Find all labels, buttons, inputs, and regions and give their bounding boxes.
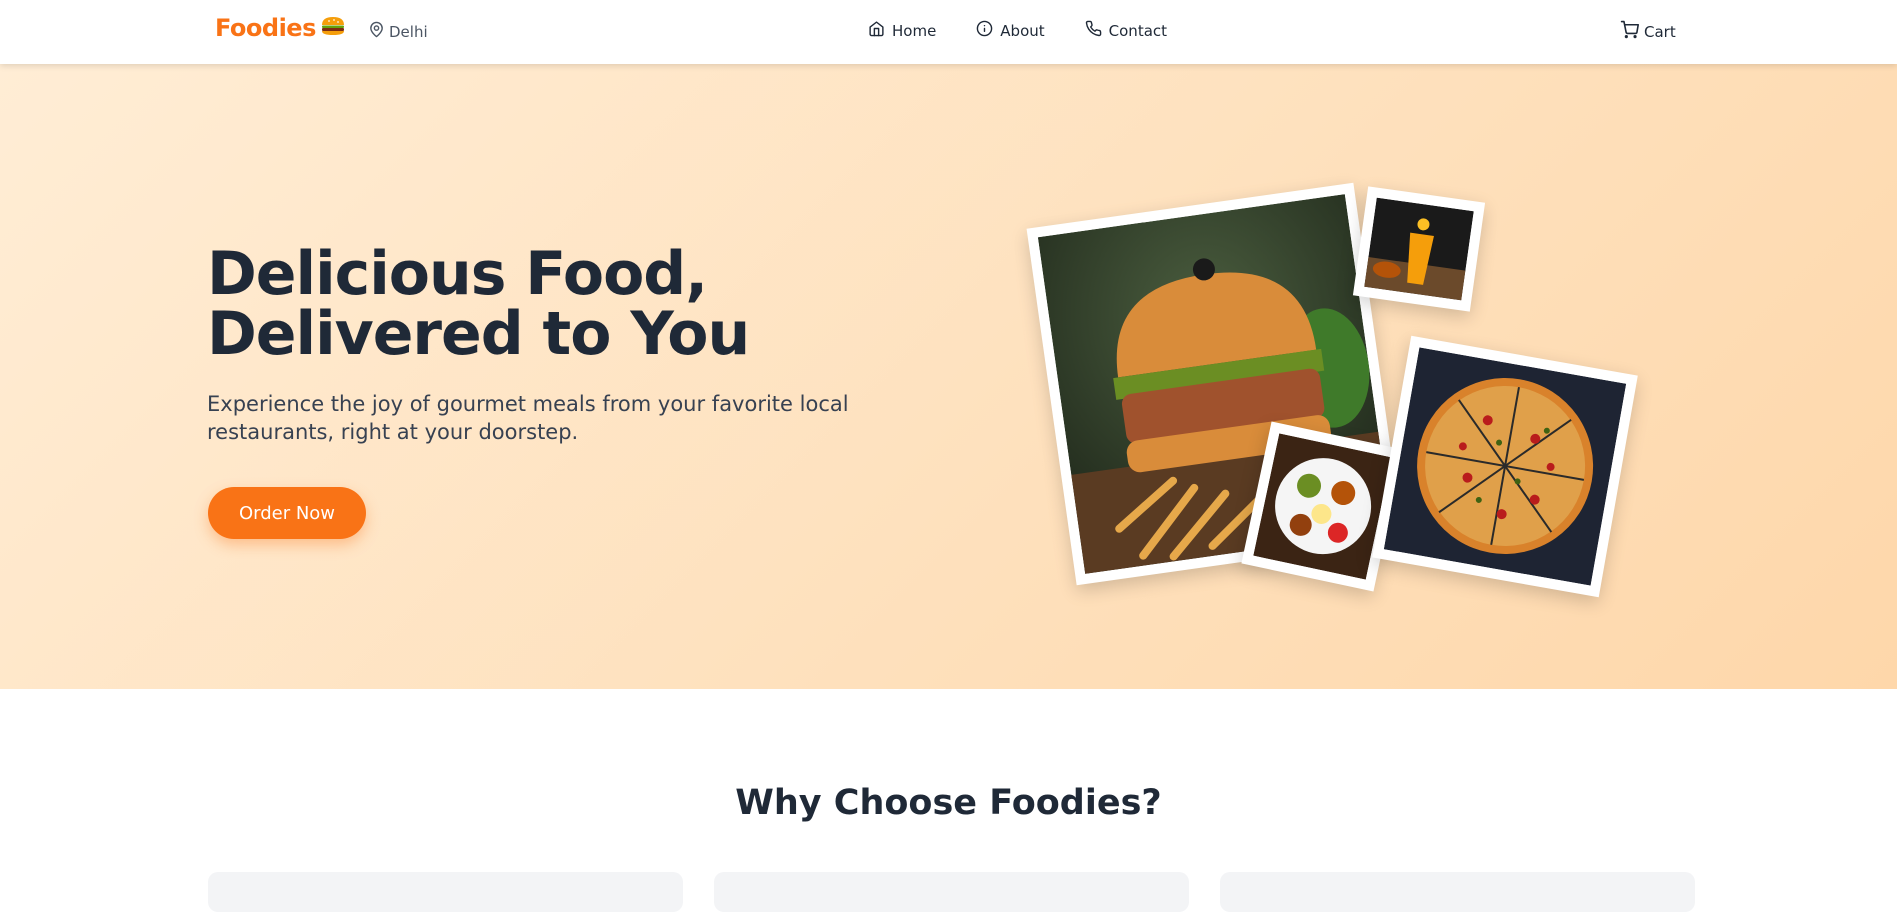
cart-icon	[1620, 20, 1639, 43]
brand-name[interactable]: Foodies	[215, 14, 316, 42]
hero-subtitle: Experience the joy of gourmet meals from…	[207, 392, 849, 444]
home-icon	[868, 20, 885, 41]
hero-title-line1: Delicious Food,	[207, 239, 708, 309]
nav-links: Home About Contact	[868, 20, 1167, 41]
brand-logo[interactable]: Foodies	[215, 14, 346, 42]
hero-section: Delicious Food, Delivered to You Experie…	[0, 64, 1897, 689]
nav-home-link[interactable]: Home	[868, 20, 936, 41]
nav-about-label: About	[1000, 21, 1045, 40]
drink-photo	[1352, 186, 1486, 312]
hero-title: Delicious Food, Delivered to You	[207, 244, 847, 364]
cart-label: Cart	[1644, 22, 1676, 41]
phone-icon	[1085, 20, 1102, 41]
nav-contact-label: Contact	[1108, 21, 1168, 40]
nav-about-link[interactable]: About	[976, 20, 1045, 41]
nav-home-label: Home	[892, 21, 937, 40]
map-pin-icon	[368, 21, 385, 42]
location-label: Delhi	[389, 22, 428, 41]
navbar: Foodies Delhi Home About Contact Cart	[0, 0, 1897, 64]
order-now-button[interactable]: Order Now	[208, 487, 366, 539]
thali-photo	[1241, 421, 1404, 592]
info-icon	[976, 20, 993, 41]
feature-card	[714, 872, 1189, 912]
cart-button[interactable]: Cart	[1620, 20, 1676, 43]
nav-contact-link[interactable]: Contact	[1085, 20, 1167, 41]
burger-icon	[320, 15, 346, 41]
feature-card	[208, 872, 683, 912]
feature-card	[1220, 872, 1695, 912]
hero-title-line2: Delivered to You	[207, 299, 750, 369]
why-choose-title: Why Choose Foodies?	[735, 783, 1162, 823]
location-selector[interactable]: Delhi	[368, 21, 428, 42]
pizza-photo	[1372, 335, 1638, 598]
